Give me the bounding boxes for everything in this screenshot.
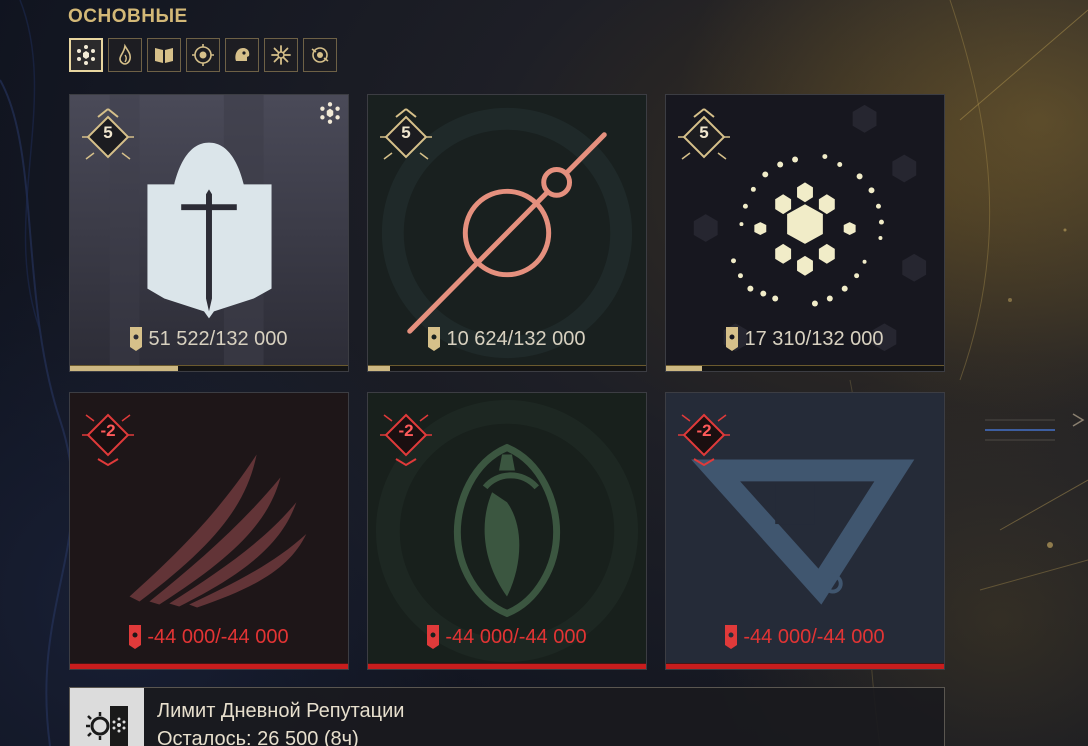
rank-badge: -2	[674, 401, 734, 467]
tab-perrin[interactable]	[225, 38, 259, 72]
standing-text: -44 000/-44 000	[445, 625, 587, 648]
standing-icon	[129, 625, 142, 649]
standing-progress-fill	[666, 366, 703, 371]
side-indicator	[985, 413, 1085, 441]
rank-value: 5	[699, 123, 709, 142]
syndicate-card-perrin[interactable]: -2 -44 000/-44 000	[69, 392, 349, 670]
standing-text: -44 000/-44 000	[147, 625, 289, 648]
orb-icon	[311, 47, 329, 63]
hex-cluster-icon	[320, 102, 340, 124]
standing-progress	[368, 663, 646, 669]
section-title: ОСНОВНЫЕ	[68, 6, 188, 27]
syndicate-tabs	[69, 38, 337, 72]
rank-badge: -2	[78, 401, 138, 467]
syndicate-card-suda[interactable]: 5 17 310/132 000	[665, 94, 945, 372]
rank-value: -2	[100, 421, 116, 440]
daily-standing-limit: Лимит Дневной Репутации Осталось: 26 500…	[69, 687, 945, 746]
daily-limit-icon	[70, 688, 144, 746]
syndicate-card-steel-meridian[interactable]: 5 51 522/132 000	[69, 94, 349, 372]
hex-cluster-icon	[77, 45, 95, 65]
rank-badge: 5	[376, 103, 436, 169]
standing-value: 17 310/132 000	[666, 327, 944, 351]
standing-value: -44 000/-44 000	[368, 625, 646, 649]
standing-progress	[70, 663, 348, 669]
standing-progress	[666, 365, 944, 371]
daily-limit-remaining: Осталось: 26 500 (8ч)	[157, 728, 359, 746]
standing-text: 17 310/132 000	[744, 327, 884, 350]
standing-icon	[725, 625, 738, 649]
rank-badge: 5	[78, 103, 138, 169]
standing-text: 51 522/132 000	[148, 327, 288, 350]
rank-value: 5	[103, 123, 113, 142]
tab-steel-meridian[interactable]	[108, 38, 142, 72]
daily-limit-title: Лимит Дневной Репутации	[157, 700, 405, 722]
standing-progress-fill	[666, 664, 944, 669]
standing-text: -44 000/-44 000	[743, 625, 885, 648]
tab-arbiters[interactable]	[147, 38, 181, 72]
standing-value: 10 624/132 000	[368, 327, 646, 351]
standing-progress	[70, 365, 348, 371]
emblem-icon	[192, 44, 214, 66]
standing-progress-fill	[70, 366, 179, 371]
flame-icon	[119, 43, 131, 65]
rank-value: -2	[696, 421, 712, 440]
rank-value: -2	[398, 421, 414, 440]
tab-new-loka[interactable]	[303, 38, 337, 72]
head-icon	[235, 48, 250, 61]
standing-progress	[666, 663, 944, 669]
starburst-icon	[271, 45, 291, 65]
syndicate-card-new-loka[interactable]: -2 -44 000/-44 000	[665, 392, 945, 670]
syndicate-card-red-veil[interactable]: -2 -44 000/-44 000	[367, 392, 647, 670]
standing-icon	[130, 327, 143, 351]
standing-progress-fill	[70, 664, 348, 669]
standing-icon	[428, 327, 441, 351]
standing-value: -44 000/-44 000	[666, 625, 944, 649]
standing-text: 10 624/132 000	[446, 327, 586, 350]
standing-progress-fill	[368, 664, 646, 669]
standing-value: 51 522/132 000	[70, 327, 348, 351]
rank-value: 5	[401, 123, 411, 142]
standing-icon	[427, 625, 440, 649]
syndicate-card-arbiters[interactable]: 5 10 624/132 000	[367, 94, 647, 372]
standing-progress-fill	[368, 366, 391, 371]
tab-main[interactable]	[69, 38, 103, 72]
standing-progress	[368, 365, 646, 371]
daily-limit-icon-box	[70, 688, 144, 746]
rank-badge: -2	[376, 401, 436, 467]
tab-suda[interactable]	[186, 38, 220, 72]
rank-badge: 5	[674, 103, 734, 169]
standing-icon	[726, 327, 739, 351]
tab-red-veil[interactable]	[264, 38, 298, 72]
standing-value: -44 000/-44 000	[70, 625, 348, 649]
book-icon	[155, 46, 173, 64]
